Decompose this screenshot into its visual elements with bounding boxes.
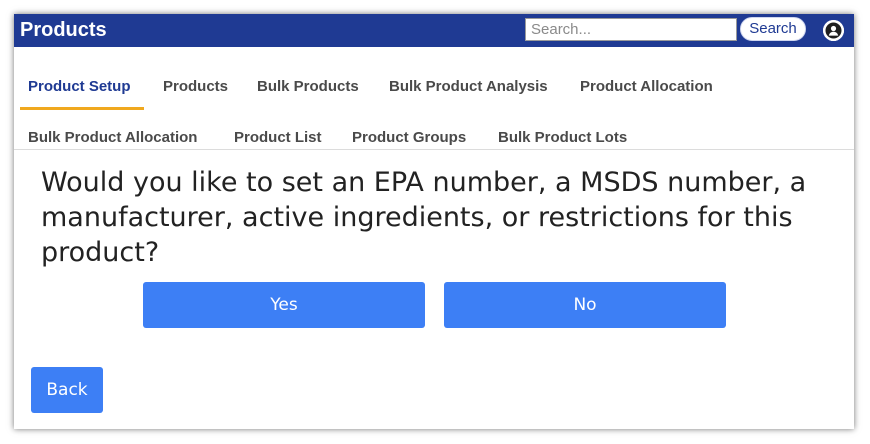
search-button[interactable]: Search [740,17,806,41]
app-window: Products Search Product Setup Products B… [14,14,854,429]
tab-bulk-products[interactable]: Bulk Products [257,77,359,97]
top-bar: Products Search [14,14,854,47]
tab-product-setup[interactable]: Product Setup [28,77,131,97]
avatar[interactable] [823,20,844,41]
tab-product-list[interactable]: Product List [234,128,322,148]
back-button[interactable]: Back [31,367,103,413]
active-tab-indicator [20,107,144,110]
user-icon [823,20,844,41]
tab-product-allocation[interactable]: Product Allocation [580,77,713,97]
tab-bulk-product-lots[interactable]: Bulk Product Lots [498,128,627,148]
product-tabs: Product Setup Products Bulk Products Bul… [14,47,854,150]
search-input[interactable] [525,18,737,41]
app-title: Products [20,19,107,41]
tab-products[interactable]: Products [163,77,228,97]
yes-button[interactable]: Yes [143,282,425,328]
tab-bulk-product-allocation[interactable]: Bulk Product Allocation [28,128,197,148]
setup-question: Would you like to set an EPA number, a M… [41,167,807,268]
no-button[interactable]: No [444,282,726,328]
tab-product-groups[interactable]: Product Groups [352,128,466,148]
tab-bulk-product-analysis[interactable]: Bulk Product Analysis [389,77,548,97]
